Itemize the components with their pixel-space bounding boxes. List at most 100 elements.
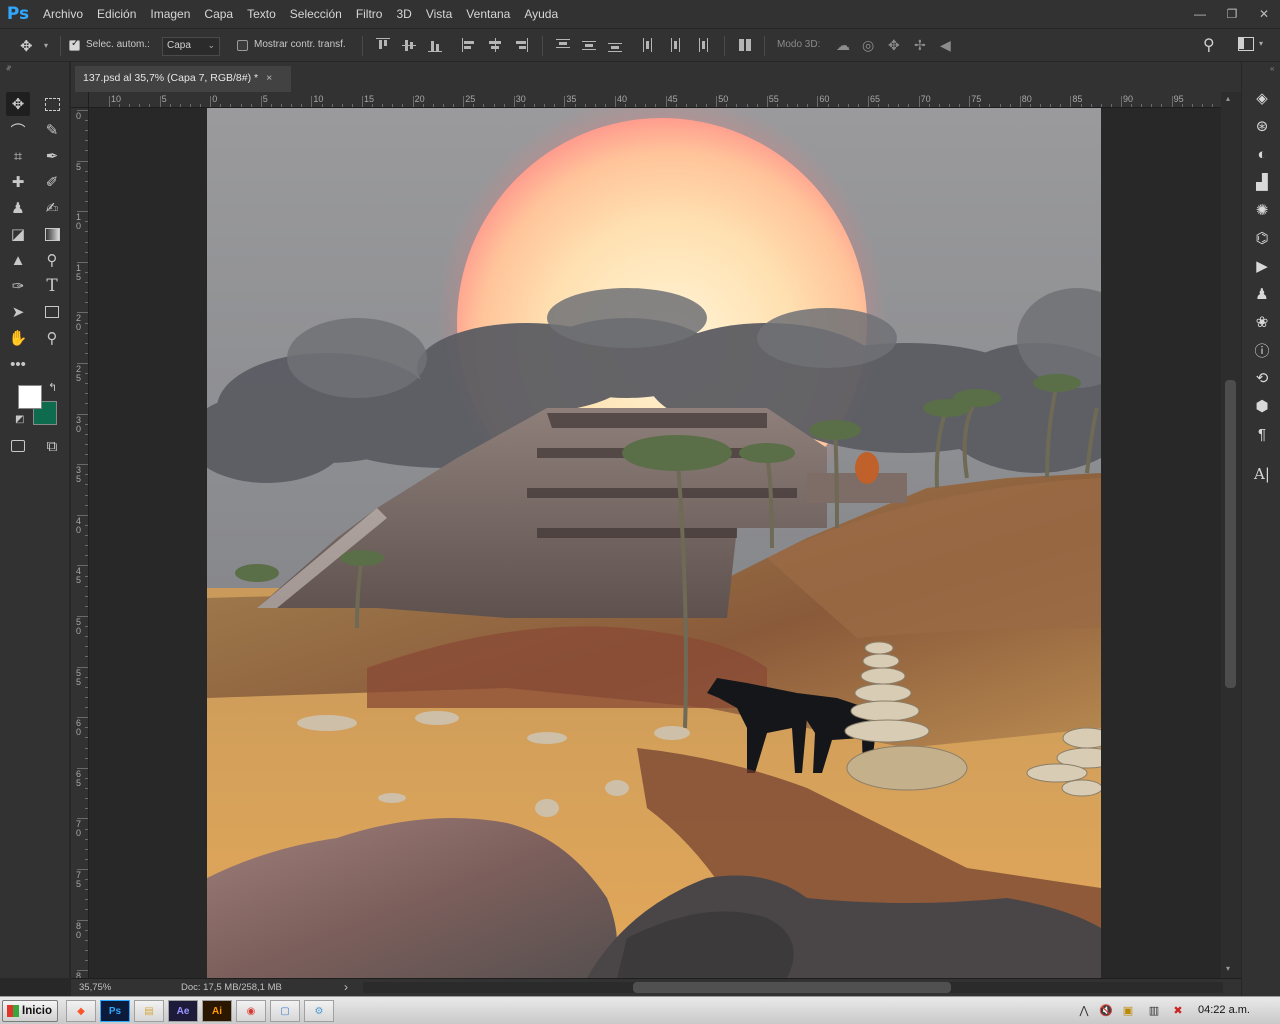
illustrator-taskbar-icon[interactable]: Ai [202,1000,232,1022]
vertical-ruler[interactable]: 0510152025303540455055606570758085 [71,108,89,978]
marquee-tool-icon[interactable] [40,92,64,116]
notepad-taskbar-icon[interactable]: ▢ [270,1000,300,1022]
distribute-left-icon[interactable] [642,38,656,52]
volume-muted-icon[interactable]: 🔇 [1098,1002,1114,1018]
info-icon[interactable]: ⓘ [1251,339,1273,361]
security-tray-icon[interactable]: ▣ [1120,1002,1136,1018]
horizontal-scroll-thumb[interactable] [633,982,951,993]
path-selection-tool-icon[interactable]: ➤ [6,300,30,324]
menu-ventana[interactable]: Ventana [459,0,517,28]
auto-align-layers-icon[interactable] [738,38,752,52]
paragraph-icon[interactable]: ¶ [1251,423,1273,445]
photoshop-logo[interactable]: Ps [0,0,36,28]
scroll-down-icon[interactable]: ▾ [1226,964,1230,973]
chrome-taskbar-icon[interactable]: ◉ [236,1000,266,1022]
swatches-icon[interactable]: ❀ [1251,311,1273,333]
expand-panels-icon[interactable]: « [1270,64,1274,73]
3d-pan-icon[interactable]: ✥ [888,37,900,54]
system-clock[interactable]: 04:22 a.m. [1198,1004,1250,1016]
start-button[interactable]: Inicio [2,1000,58,1022]
crop-tool-icon[interactable]: ⌗ [6,144,30,168]
healing-brush-tool-icon[interactable]: ✚ [6,170,30,194]
show-transform-checkbox[interactable] [237,40,248,51]
status-menu-arrow-icon[interactable]: › [344,980,348,994]
move-tool-icon[interactable]: ✥ [20,37,40,55]
history-brush-tool-icon[interactable]: ✍ [40,196,64,220]
restore-button[interactable]: ❐ [1216,0,1248,28]
menu-ayuda[interactable]: Ayuda [517,0,565,28]
menu-edicion[interactable]: Edición [90,0,143,28]
align-right-icon[interactable] [514,38,528,52]
after-effects-taskbar-icon[interactable]: Ae [168,1000,198,1022]
workspace-icon[interactable] [1238,37,1254,51]
pen-tool-icon[interactable]: ✑ [6,274,30,298]
settings-taskbar-icon[interactable]: ⚙ [304,1000,334,1022]
workspace-chevron-icon[interactable]: ▾ [1259,39,1263,48]
menu-filtro[interactable]: Filtro [349,0,390,28]
vertical-scrollbar[interactable]: ▴ ▾ [1221,92,1241,978]
auto-select-checkbox[interactable] [69,38,80,51]
document-tab[interactable]: 137.psd al 35,7% (Capa 7, RGB/8#) * × [75,66,291,92]
tray-expand-icon[interactable]: ⋀ [1076,1002,1092,1018]
clone-source-icon[interactable]: ♟ [1251,283,1273,305]
channels-icon[interactable]: ⊛ [1251,115,1273,137]
menu-texto[interactable]: Texto [240,0,283,28]
lasso-tool-icon[interactable]: ⌒ [6,118,30,142]
network-error-icon[interactable]: ✖ [1170,1002,1186,1018]
default-colors-icon[interactable]: ◩ [15,414,24,425]
align-left-icon[interactable] [462,38,476,52]
foreground-color-swatch[interactable] [18,385,42,409]
align-vcenter-icon[interactable] [402,38,416,52]
history-icon[interactable]: ⟲ [1251,367,1273,389]
align-top-icon[interactable] [376,38,390,52]
search-icon[interactable]: ⚲ [1203,35,1215,55]
3d-slide-icon[interactable]: ✢ [914,37,926,54]
move-tool-icon[interactable]: ✥ [6,92,30,116]
brave-taskbar-icon[interactable]: ◆ [66,1000,96,1022]
rectangle-tool-icon[interactable] [40,300,64,324]
distribute-vcenter-icon[interactable] [582,38,596,52]
horizontal-scrollbar[interactable] [363,982,1223,993]
adjustments-icon[interactable]: ◐ [1251,143,1273,165]
3d-orbit-icon[interactable]: ☁ [836,37,850,54]
close-tab-icon[interactable]: × [266,72,272,84]
artwork-image[interactable] [207,108,1101,978]
clone-stamp-tool-icon[interactable]: ♟ [6,196,30,220]
type-tool-icon[interactable]: T [40,274,64,298]
eyedropper-tool-icon[interactable]: ✒ [40,144,64,168]
3d-scale-icon[interactable]: ◀ [940,37,951,54]
distribute-right-icon[interactable] [694,38,708,52]
align-bottom-icon[interactable] [428,38,442,52]
distribute-top-icon[interactable] [556,38,570,52]
layers-icon[interactable]: ◈ [1251,87,1273,109]
character-icon[interactable]: A| [1251,463,1273,485]
menu-archivo[interactable]: Archivo [36,0,90,28]
dodge-tool-icon[interactable]: ⚲ [40,248,64,272]
distribute-bottom-icon[interactable] [608,38,622,52]
horizontal-ruler[interactable]: 10 5 0 5 10 15 20 25 30 35 40 45 50 55 60 65 70 75 80 85 90 9… [89,92,1221,108]
menu-capa[interactable]: Capa [197,0,240,28]
quick-mask-icon[interactable] [6,434,30,458]
panel-collapse-icon[interactable]: » [7,62,11,71]
ruler-origin[interactable] [71,92,89,108]
hand-tool-icon[interactable]: ✋ [6,326,30,350]
vertical-scroll-thumb[interactable] [1225,380,1236,688]
canvas-area[interactable] [89,108,1221,978]
3d-icon[interactable]: ⬢ [1251,395,1273,417]
distribute-hcenter-icon[interactable] [668,38,682,52]
more-tools-icon[interactable]: ••• [6,352,30,376]
scroll-up-icon[interactable]: ▴ [1226,94,1230,103]
menu-seleccion[interactable]: Selección [283,0,349,28]
align-hcenter-icon[interactable] [488,38,502,52]
navigator-icon[interactable]: ✺ [1251,199,1273,221]
menu-imagen[interactable]: Imagen [143,0,197,28]
gradient-tool-icon[interactable] [40,222,64,246]
quick-selection-tool-icon[interactable]: ✎ [40,118,64,142]
actions-icon[interactable]: ▶ [1251,255,1273,277]
auto-select-target-dropdown[interactable]: Capa ⌄ [162,37,220,56]
minimize-button[interactable]: — [1184,0,1216,28]
tool-preset-chevron-icon[interactable]: ▾ [44,41,48,50]
histogram-icon[interactable]: ▟ [1251,171,1273,193]
blur-tool-icon[interactable]: ▲ [6,248,30,272]
close-button[interactable]: ✕ [1248,0,1280,28]
